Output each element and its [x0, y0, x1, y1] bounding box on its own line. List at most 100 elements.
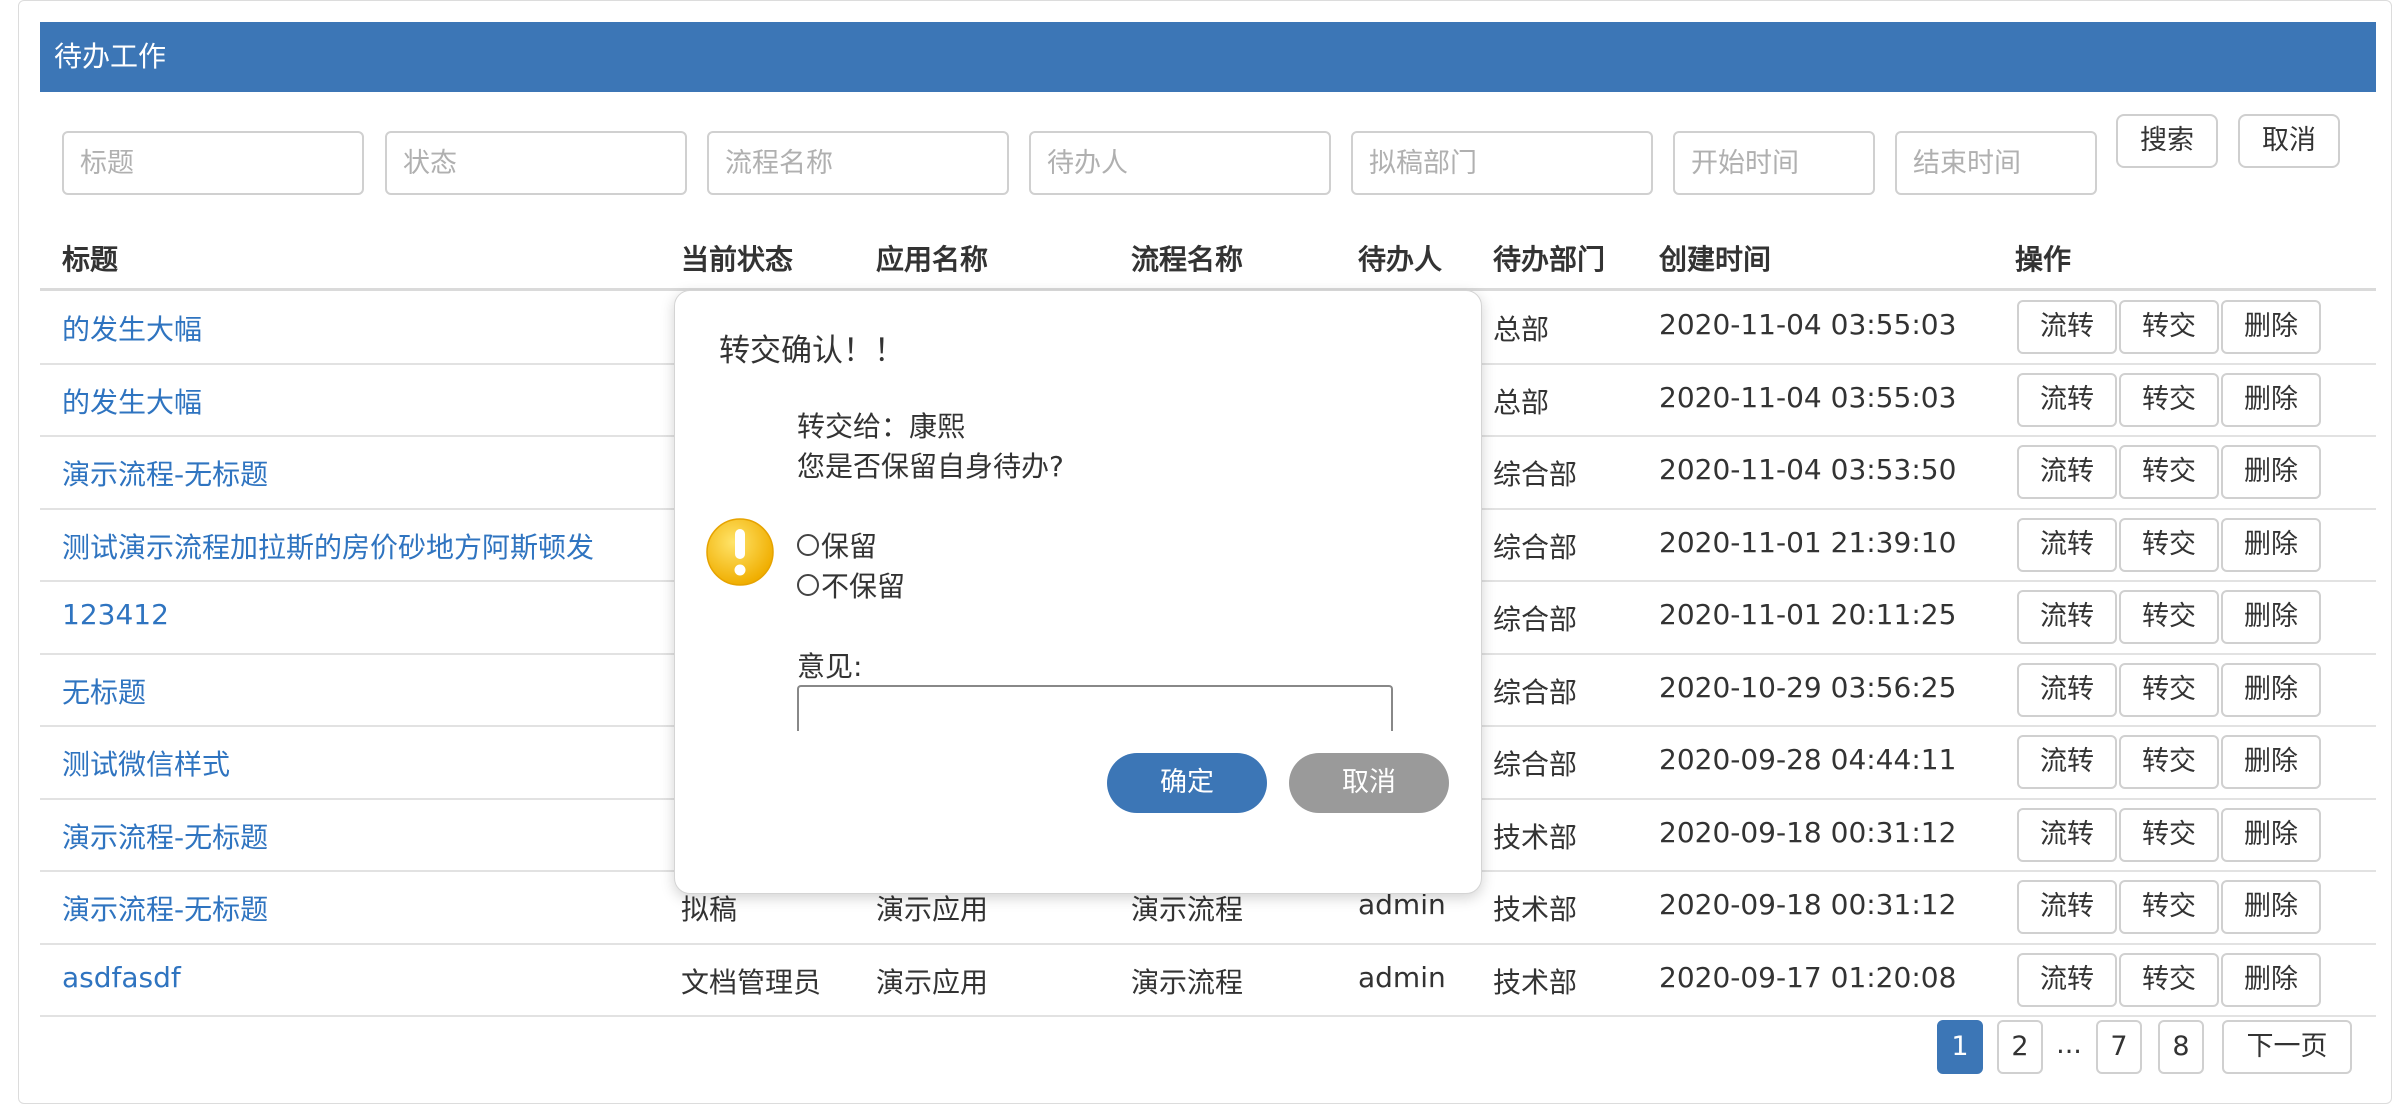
- not-keep-option-label: 不保留: [821, 570, 906, 603]
- filter-cancel-button[interactable]: 取消: [2238, 114, 2340, 168]
- transfer-button[interactable]: 转交: [2119, 517, 2219, 572]
- cell-dept: 综合部: [1493, 748, 1578, 781]
- cell-app: 演示应用: [876, 893, 989, 926]
- flow-button[interactable]: 流转: [2017, 807, 2117, 862]
- cell-title[interactable]: 123412: [62, 598, 169, 631]
- cell-dept: 综合部: [1493, 530, 1578, 564]
- delete-button[interactable]: 删除: [2221, 445, 2321, 499]
- page-button-7[interactable]: 7: [2096, 1020, 2142, 1074]
- transfer-button[interactable]: 转交: [2119, 372, 2219, 427]
- keep-question-text: 您是否保留自身待办?: [797, 450, 1064, 483]
- cell-created: 2020-10-29 03:56:25: [1659, 670, 1957, 704]
- keep-option-label: 保留: [821, 530, 878, 563]
- title-filter-input[interactable]: [62, 131, 364, 195]
- draft-dept-filter-input[interactable]: [1351, 131, 1653, 195]
- flow-button[interactable]: 流转: [2017, 662, 2117, 717]
- cell-dept: 综合部: [1493, 603, 1578, 636]
- transfer-to-text: 转交给：康熙: [797, 410, 966, 443]
- delete-button[interactable]: 删除: [2221, 590, 2321, 644]
- not-keep-option[interactable]: 不保留: [797, 565, 905, 605]
- cell-title[interactable]: 演示流程-无标题: [62, 453, 268, 493]
- page-ellipsis: ...: [2056, 1029, 2082, 1060]
- cell-title[interactable]: 的发生大幅: [62, 381, 202, 421]
- delete-button[interactable]: 删除: [2221, 372, 2321, 427]
- cell-dept: 技术部: [1493, 820, 1578, 854]
- flow-button[interactable]: 流转: [2017, 372, 2117, 427]
- column-header-created: 创建时间: [1659, 243, 1772, 276]
- keep-option[interactable]: 保留: [797, 525, 877, 565]
- transfer-button[interactable]: 转交: [2119, 445, 2219, 499]
- cell-created: 2020-09-18 00:31:12: [1659, 888, 1957, 921]
- not-keep-radio[interactable]: [797, 574, 819, 596]
- keep-radio[interactable]: [797, 534, 819, 556]
- page-button-1[interactable]: 1: [1937, 1020, 1983, 1074]
- cell-flow: 演示流程: [1131, 893, 1244, 926]
- cell-created: 2020-11-04 03:55:03: [1659, 380, 1957, 414]
- delete-button[interactable]: 删除: [2221, 807, 2321, 862]
- delete-button[interactable]: 删除: [2221, 880, 2321, 934]
- end-time-filter-input[interactable]: [1895, 131, 2097, 195]
- transfer-button[interactable]: 转交: [2119, 590, 2219, 644]
- dialog-title: 转交确认！！: [719, 333, 905, 369]
- cell-title[interactable]: 演示流程-无标题: [62, 888, 268, 928]
- cell-dept: 技术部: [1493, 893, 1578, 926]
- cell-created: 2020-09-17 01:20:08: [1659, 960, 1957, 994]
- cell-created: 2020-09-28 04:44:11: [1659, 743, 1957, 776]
- delete-button[interactable]: 删除: [2221, 952, 2321, 1007]
- cell-created: 2020-11-04 03:53:50: [1659, 453, 1957, 486]
- cell-app: 演示应用: [876, 965, 989, 999]
- flow-button[interactable]: 流转: [2017, 517, 2117, 572]
- row-divider: [40, 942, 2376, 945]
- cell-title[interactable]: 的发生大幅: [62, 308, 202, 348]
- page-button-2: 2: [1997, 1020, 2043, 1074]
- transfer-button[interactable]: 转交: [2119, 735, 2219, 789]
- flow-button[interactable]: 流转: [2017, 952, 2117, 1007]
- cell-status: 拟稿: [681, 893, 738, 926]
- cell-dept: 综合部: [1493, 675, 1578, 709]
- cell-dept: 技术部: [1493, 965, 1578, 999]
- column-header-title: 标题: [62, 243, 119, 276]
- column-header-status: 当前状态: [681, 243, 794, 276]
- opinion-textarea[interactable]: [797, 685, 1393, 731]
- page-button-8[interactable]: 8: [2158, 1020, 2204, 1074]
- delete-button[interactable]: 删除: [2221, 662, 2321, 717]
- flow-button[interactable]: 流转: [2017, 880, 2117, 934]
- transfer-button[interactable]: 转交: [2119, 662, 2219, 717]
- cell-title[interactable]: asdfasdf: [62, 961, 181, 994]
- cell-created: 2020-11-04 03:55:03: [1659, 308, 1957, 341]
- next-page-button[interactable]: 下一页: [2222, 1020, 2352, 1074]
- cell-status: 文档管理员: [681, 965, 822, 999]
- cell-created: 2020-11-01 21:39:10: [1659, 525, 1957, 559]
- warning-icon: [706, 518, 774, 586]
- cell-title[interactable]: 无标题: [62, 671, 146, 711]
- dialog-cancel-button[interactable]: 取消: [1289, 753, 1449, 813]
- row-divider: [40, 1015, 2376, 1017]
- cell-title[interactable]: 测试微信样式: [62, 743, 230, 783]
- flow-name-filter-input[interactable]: [707, 131, 1009, 195]
- start-time-filter-input[interactable]: [1673, 131, 1875, 195]
- flow-button[interactable]: 流转: [2017, 590, 2117, 644]
- transfer-button[interactable]: 转交: [2119, 807, 2219, 862]
- cell-assignee: admin: [1358, 960, 1446, 994]
- assignee-filter-input[interactable]: [1029, 131, 1331, 195]
- cell-title[interactable]: 演示流程-无标题: [62, 816, 268, 856]
- flow-button[interactable]: 流转: [2017, 445, 2117, 499]
- flow-button[interactable]: 流转: [2017, 735, 2117, 789]
- delete-button[interactable]: 删除: [2221, 300, 2321, 354]
- status-filter-input[interactable]: [385, 131, 687, 195]
- search-button[interactable]: 搜索: [2116, 114, 2218, 168]
- transfer-button[interactable]: 转交: [2119, 300, 2219, 354]
- cell-dept: 总部: [1493, 313, 1550, 346]
- transfer-confirm-dialog: 转交确认！！ 转交给：康熙 您是否保留自身待办? 保留 不保留 意见: 确定 取…: [674, 290, 1482, 894]
- cell-title[interactable]: 测试演示流程加拉斯的房价砂地方阿斯顿发: [62, 526, 594, 566]
- delete-button[interactable]: 删除: [2221, 517, 2321, 572]
- column-header-dept: 待办部门: [1493, 243, 1606, 276]
- column-header-app: 应用名称: [876, 243, 989, 276]
- transfer-button[interactable]: 转交: [2119, 952, 2219, 1007]
- confirm-button[interactable]: 确定: [1107, 753, 1267, 813]
- transfer-button[interactable]: 转交: [2119, 880, 2219, 934]
- column-header-flow: 流程名称: [1131, 243, 1244, 276]
- delete-button[interactable]: 删除: [2221, 735, 2321, 789]
- cell-dept: 总部: [1493, 385, 1550, 419]
- flow-button[interactable]: 流转: [2017, 300, 2117, 354]
